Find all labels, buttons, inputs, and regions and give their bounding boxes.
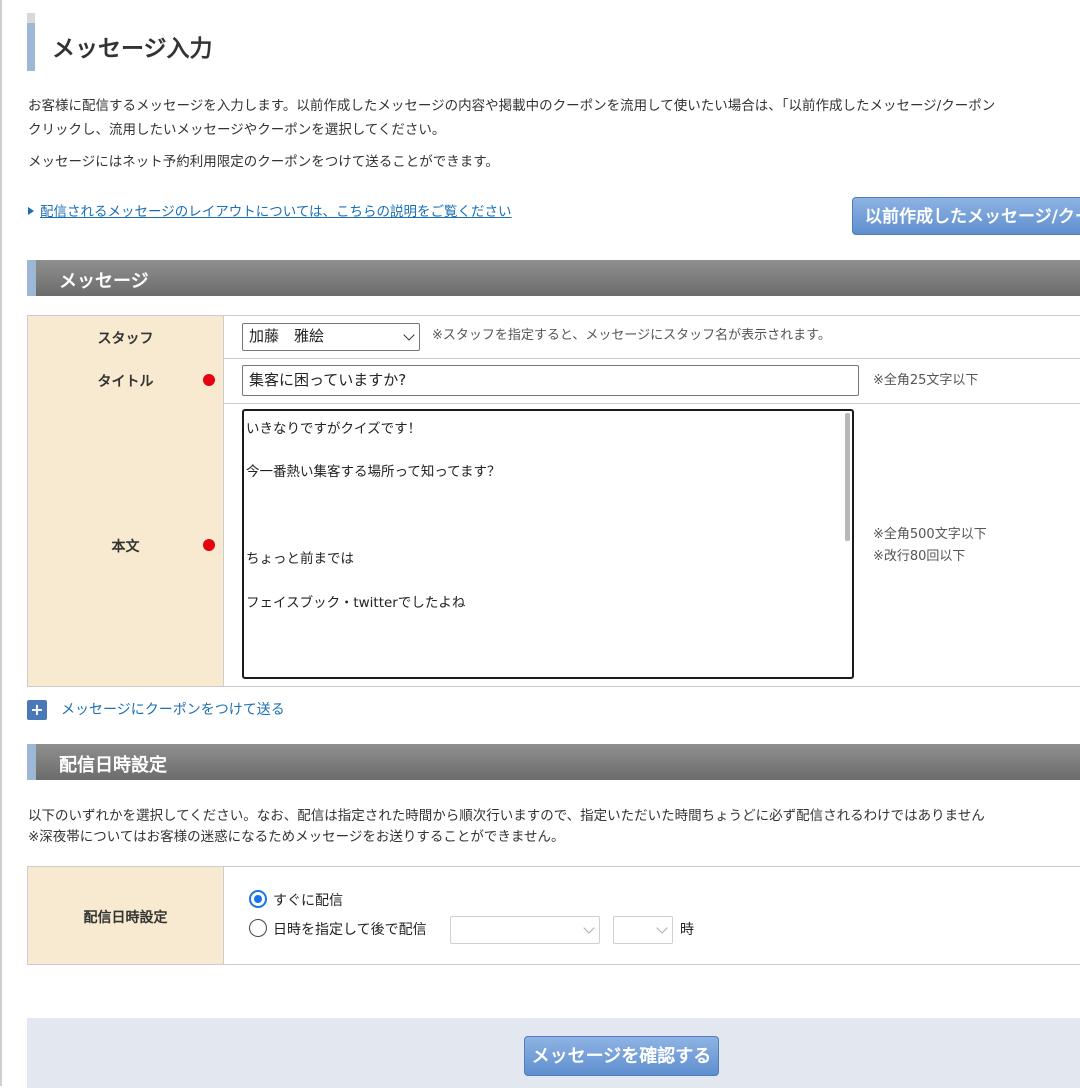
section-accent-bar xyxy=(27,744,36,780)
staff-label: スタッフ xyxy=(97,331,154,347)
body-line: フェイスブック・twitterでしたよね xyxy=(246,595,466,611)
title-note: ※全角25文字以下 xyxy=(873,373,979,388)
title-label-cell: タイトル xyxy=(27,358,224,403)
staff-select[interactable]: 加藤 雅絵 xyxy=(242,323,420,351)
staff-note: ※スタッフを指定すると、メッセージにスタッフ名が表示されます。 xyxy=(432,328,831,343)
schedule-label-cell: 配信日時設定 xyxy=(27,867,224,964)
page-title: メッセージ入力 xyxy=(52,36,213,62)
title-input[interactable]: 集客に困っていますか? xyxy=(242,365,859,396)
plus-icon: + xyxy=(27,700,47,720)
textarea-scrollbar[interactable] xyxy=(845,413,850,541)
layout-help-link-label: 配信されるメッセージのレイアウトについては、こちらの説明をご覧ください xyxy=(40,204,512,220)
hour-select[interactable] xyxy=(613,916,673,944)
chevron-down-icon xyxy=(656,922,668,934)
body-line: ちょっと前までは xyxy=(246,551,354,567)
schedule-section-header: 配信日時設定 xyxy=(27,744,1080,780)
schedule-row: 配信日時設定 すぐに配信 日時を指定して後で配信 時 xyxy=(27,867,1080,965)
message-section-title: メッセージ xyxy=(59,271,149,292)
layout-help-link[interactable]: 配信されるメッセージのレイアウトについては、こちらの説明をご覧ください xyxy=(28,200,512,220)
staff-select-value: 加藤 雅絵 xyxy=(249,327,325,345)
radio-send-now[interactable] xyxy=(249,890,267,908)
message-form-table: スタッフ 加藤 雅絵 ※スタッフを指定すると、メッセージにスタッフ名が表示されま… xyxy=(27,315,1080,687)
body-textarea[interactable]: いきなりですがクイズです！ 今一番熱い集客する場所って知ってます？ ちょっと前ま… xyxy=(242,409,854,679)
schedule-description-1: 以下のいずれかを選択してください。なお、配信は指定された時間から順次行いますので… xyxy=(28,808,985,824)
confirm-message-button[interactable]: メッセージを確認する xyxy=(524,1036,719,1076)
required-dot-icon xyxy=(203,539,215,551)
intro-text-1: お客様に配信するメッセージを入力します。以前作成したメッセージの内容や掲載中のク… xyxy=(28,98,996,114)
radio-send-later[interactable] xyxy=(249,919,267,937)
body-label: 本文 xyxy=(111,539,140,555)
staff-row: スタッフ 加藤 雅絵 ※スタッフを指定すると、メッセージにスタッフ名が表示されま… xyxy=(27,316,1080,359)
attach-coupon-link[interactable]: + メッセージにクーポンをつけて送る xyxy=(27,699,285,720)
chevron-down-icon xyxy=(583,922,595,934)
title-row: タイトル 集客に困っていますか? ※全角25文字以下 xyxy=(27,358,1080,404)
title-label: タイトル xyxy=(97,374,154,390)
intro-text-2: クリックし、流用したいメッセージやクーポンを選択してください。 xyxy=(28,122,446,138)
intro-text-3: メッセージにはネット予約利用限定のクーポンをつけて送ることができます。 xyxy=(28,154,499,170)
schedule-description-2: ※深夜帯についてはお客様の迷惑になるためメッセージをお送りすることができません。 xyxy=(28,829,565,845)
left-frame-line xyxy=(0,0,2,1086)
attach-coupon-label: メッセージにクーポンをつけて送る xyxy=(61,702,285,718)
date-select[interactable] xyxy=(450,916,600,944)
schedule-section-title: 配信日時設定 xyxy=(59,755,167,776)
body-note-linebreaks: ※改行80回以下 xyxy=(873,549,966,564)
hour-unit-label: 時 xyxy=(680,922,694,938)
schedule-label: 配信日時設定 xyxy=(83,910,168,926)
schedule-form-table: 配信日時設定 すぐに配信 日時を指定して後で配信 時 xyxy=(27,866,1080,965)
send-now-label[interactable]: すぐに配信 xyxy=(273,890,343,910)
staff-label-cell: スタッフ xyxy=(27,316,224,358)
chevron-down-icon xyxy=(403,329,415,341)
required-dot-icon xyxy=(203,374,215,386)
title-accent-bar xyxy=(27,13,35,71)
body-row: 本文 いきなりですがクイズです！ 今一番熱い集客する場所って知ってます？ ちょっ… xyxy=(27,403,1080,687)
previous-message-coupon-button[interactable]: 以前作成したメッセージ/クーポン xyxy=(852,197,1080,235)
send-later-label[interactable]: 日時を指定して後で配信 xyxy=(273,919,427,939)
body-line: いきなりですがクイズです！ xyxy=(246,421,422,437)
message-section-header: メッセージ xyxy=(27,260,1080,296)
body-line: 今一番熱い集客する場所って知ってます？ xyxy=(246,464,501,480)
section-accent-bar xyxy=(27,260,36,296)
body-label-cell: 本文 xyxy=(27,403,224,686)
body-note-length: ※全角500文字以下 xyxy=(873,527,987,542)
arrow-right-icon xyxy=(28,207,34,215)
